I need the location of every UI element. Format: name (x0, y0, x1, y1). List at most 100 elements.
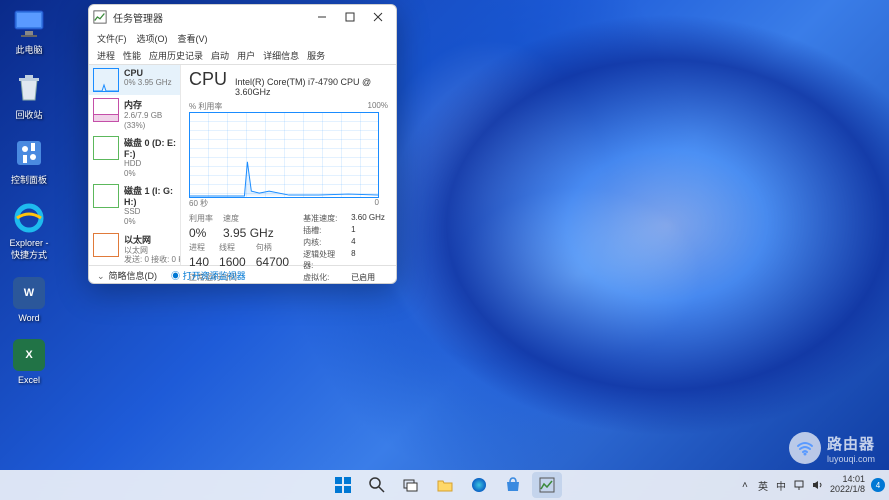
close-button[interactable] (364, 6, 392, 28)
system-tray: ˄ 英 中 14:01 2022/1/8 4 (738, 475, 885, 495)
disk0-mini-graph (93, 136, 119, 160)
volume-icon[interactable] (810, 478, 824, 492)
util-label: 利用率 (189, 213, 213, 224)
watermark-url: luyouqi.com (827, 454, 875, 464)
sub: 0% 3.95 GHz (124, 78, 172, 88)
performance-sidebar: CPU0% 3.95 GHz 内存2.6/7.9 GB (33%) 磁盘 0 (… (89, 65, 181, 265)
tab-startup[interactable]: 启动 (211, 49, 229, 62)
desktop-icon-word[interactable]: W Word (5, 275, 53, 323)
tray-chevron-icon[interactable]: ˄ (738, 478, 752, 492)
tab-history[interactable]: 应用历史记录 (149, 49, 203, 62)
open-resmon-link[interactable]: ◉ 打开资源监视器 (171, 269, 246, 282)
spec-label: 插槽: (303, 225, 345, 236)
label: 内存 (124, 98, 176, 111)
sidebar-cpu[interactable]: CPU0% 3.95 GHz (89, 65, 180, 95)
time-start: 60 秒 (189, 198, 208, 209)
cpu-graph[interactable] (189, 112, 379, 198)
edge-button[interactable] (464, 472, 494, 498)
speed-value: 3.95 GHz (223, 226, 274, 240)
tab-performance[interactable]: 性能 (123, 49, 141, 62)
sidebar-disk0[interactable]: 磁盘 0 (D: E: F:)HDD 0% (89, 133, 180, 181)
ime-indicator2[interactable]: 中 (774, 478, 788, 492)
sub: HDD 0% (124, 159, 176, 178)
minimize-button[interactable] (308, 6, 336, 28)
mem-mini-graph (93, 98, 119, 122)
desktop-icon-control[interactable]: 控制面板 (5, 135, 53, 186)
task-manager-window: 任务管理器 文件(F) 选项(O) 查看(V) 进程 性能 应用历史记录 启动 … (88, 4, 397, 284)
sidebar-memory[interactable]: 内存2.6/7.9 GB (33%) (89, 95, 180, 133)
util-label: % 利用率 (189, 101, 222, 112)
icon-label: 回收站 (15, 108, 42, 121)
thread-label: 线程 (219, 242, 246, 253)
cpu-heading: CPU (189, 69, 227, 90)
label: 磁盘 0 (D: E: F:) (124, 136, 176, 159)
search-button[interactable] (362, 472, 392, 498)
disk1-mini-graph (93, 184, 119, 208)
desktop-icon-ie[interactable]: Explorer - 快捷方式 (5, 200, 53, 261)
network-icon[interactable] (792, 478, 806, 492)
notification-badge[interactable]: 4 (871, 478, 885, 492)
handle-value: 64700 (256, 255, 289, 269)
spec-value: 已启用 (351, 272, 385, 283)
tab-services[interactable]: 服务 (307, 49, 325, 62)
desktop-icon-computer[interactable]: 此电脑 (5, 5, 53, 56)
util-value: 0% (189, 226, 213, 240)
start-button[interactable] (328, 472, 358, 498)
sub: SSD 0% (124, 207, 176, 226)
spec-label: 逻辑处理器: (303, 249, 345, 271)
spec-label: 内核: (303, 237, 345, 248)
app-icon (93, 10, 107, 24)
label: 磁盘 1 (I: G: H:) (124, 184, 176, 207)
spec-value: 1 (351, 225, 385, 236)
sidebar-ethernet[interactable]: 以太网以太网 发送: 0 接收: 0 Kbps (89, 230, 180, 265)
icon-label: 控制面板 (11, 173, 47, 186)
proc-label: 进程 (189, 242, 209, 253)
router-icon (789, 432, 821, 464)
spec-label: 虚拟化: (303, 272, 345, 283)
tabbar: 进程 性能 应用历史记录 启动 用户 详细信息 服务 (89, 47, 396, 65)
taskmgr-taskbar-button[interactable] (532, 472, 562, 498)
spec-label: 基准速度: (303, 213, 345, 224)
util-max: 100% (368, 101, 388, 112)
window-title: 任务管理器 (113, 10, 308, 25)
chevron-down-icon: ⌄ (97, 271, 105, 281)
menu-options[interactable]: 选项(O) (137, 32, 168, 45)
titlebar[interactable]: 任务管理器 (89, 5, 396, 29)
tab-processes[interactable]: 进程 (97, 49, 115, 62)
fewer-details-button[interactable]: ⌄简略信息(D) (97, 269, 157, 282)
desktop-icon-excel[interactable]: X Excel (5, 337, 53, 385)
icon-label: Word (18, 313, 39, 323)
cpu-mini-graph (93, 68, 119, 92)
sidebar-disk1[interactable]: 磁盘 1 (I: G: H:)SSD 0% (89, 181, 180, 229)
cpu-description: Intel(R) Core(TM) i7-4790 CPU @ 3.60GHz (235, 77, 388, 97)
menubar: 文件(F) 选项(O) 查看(V) (89, 29, 396, 47)
label: 以太网 (124, 233, 181, 246)
taskview-button[interactable] (396, 472, 426, 498)
maximize-button[interactable] (336, 6, 364, 28)
clock[interactable]: 14:01 2022/1/8 (830, 475, 865, 495)
speed-label: 速度 (223, 213, 274, 224)
tab-details[interactable]: 详细信息 (263, 49, 299, 62)
spec-value: 8 (351, 249, 385, 271)
tab-users[interactable]: 用户 (237, 49, 255, 62)
icon-label: Excel (18, 375, 40, 385)
cpu-specs: 基准速度:3.60 GHz 插槽:1 内核:4 逻辑处理器:8 虚拟化:已启用 … (303, 213, 385, 284)
menu-view[interactable]: 查看(V) (178, 32, 208, 45)
desktop-icon-recycle[interactable]: 回收站 (5, 70, 53, 121)
ime-indicator[interactable]: 英 (756, 478, 770, 492)
taskbar: ˄ 英 中 14:01 2022/1/8 4 (0, 470, 889, 500)
explorer-button[interactable] (430, 472, 460, 498)
date: 2022/1/8 (830, 485, 865, 495)
watermark-title: 路由器 (827, 433, 875, 454)
menu-file[interactable]: 文件(F) (97, 32, 127, 45)
spec-value: 4 (351, 237, 385, 248)
store-button[interactable] (498, 472, 528, 498)
desktop-icons: 此电脑 回收站 控制面板 Explorer - 快捷方式 W Word X Ex… (5, 5, 53, 385)
icon-label: Explorer - 快捷方式 (5, 238, 53, 261)
label: CPU (124, 68, 172, 78)
net-mini-graph (93, 233, 119, 257)
thread-value: 1600 (219, 255, 246, 269)
watermark: 路由器luyouqi.com (789, 432, 875, 464)
uptime-value: 0:00:19:38 (189, 283, 289, 284)
proc-value: 140 (189, 255, 209, 269)
